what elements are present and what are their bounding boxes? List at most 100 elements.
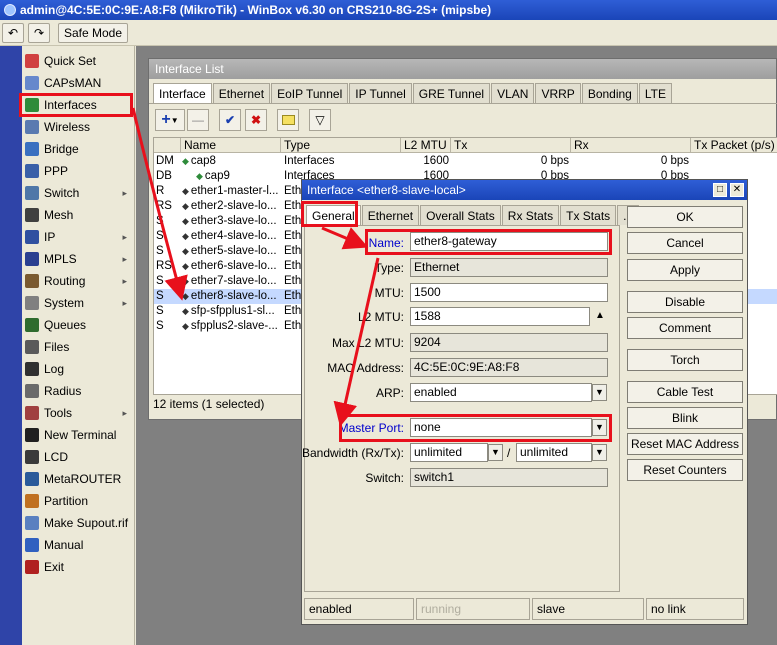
table-row[interactable]: DM ◆ cap8 Interfaces 1600 0 bps 0 bps: [154, 154, 777, 169]
column-header-rx[interactable]: Rx: [571, 138, 691, 153]
column-header-tx-packet[interactable]: Tx Packet (p/s): [691, 138, 777, 153]
reset-mac-address-button[interactable]: Reset MAC Address: [627, 433, 743, 455]
torch-button[interactable]: Torch: [627, 349, 743, 371]
ok-button[interactable]: OK: [627, 206, 743, 228]
column-header-tx[interactable]: Tx: [451, 138, 571, 153]
arp-label: ARP:: [375, 386, 404, 400]
sidebar-item-new-terminal[interactable]: New Terminal: [22, 424, 135, 446]
ethernet-interface-icon: ◆: [182, 276, 189, 286]
list-tab-gre-tunnel[interactable]: GRE Tunnel: [412, 83, 491, 103]
disable-button[interactable]: ✖: [245, 109, 267, 131]
redo-button[interactable]: ↷: [28, 23, 50, 43]
submenu-arrow-icon: ▸: [122, 253, 127, 264]
collapse-arrow-icon[interactable]: ▲: [595, 310, 605, 321]
sidebar-item-label: Routing: [44, 274, 86, 288]
arp-dropdown-icon[interactable]: ▼: [592, 384, 607, 401]
sidebar-item-make-supout-rif[interactable]: Make Supout.rif: [22, 512, 135, 534]
reset-counters-button[interactable]: Reset Counters: [627, 459, 743, 481]
bandwidth-tx-dropdown-icon[interactable]: ▼: [592, 444, 607, 461]
list-tab-lte[interactable]: LTE: [638, 83, 672, 103]
sidebar-item-wireless[interactable]: Wireless: [22, 116, 135, 138]
cell-tx: 0 bps: [540, 155, 569, 167]
comment-button[interactable]: Comment: [627, 317, 743, 339]
sidebar-item-quick-set[interactable]: Quick Set: [22, 50, 135, 72]
sidebar-item-mesh[interactable]: Mesh: [22, 204, 135, 226]
sidebar-item-queues[interactable]: Queues: [22, 314, 135, 336]
add-button[interactable]: + ▼: [155, 109, 185, 131]
column-header-type[interactable]: Type: [281, 138, 401, 153]
sidebar-item-lcd[interactable]: LCD: [22, 446, 135, 468]
sidebar-item-bridge[interactable]: Bridge: [22, 138, 135, 160]
column-header-name[interactable]: Name: [181, 138, 281, 153]
dialog-tab-general[interactable]: General: [306, 205, 361, 225]
blink-button[interactable]: Blink: [627, 407, 743, 429]
dialog-tab-overall-stats[interactable]: Overall Stats: [420, 205, 501, 225]
sidebar-item-ip[interactable]: IP ▸: [22, 226, 135, 248]
sidebar-item-metarouter[interactable]: MetaROUTER: [22, 468, 135, 490]
sidebar-item-manual[interactable]: Manual: [22, 534, 135, 556]
status-slave: slave: [532, 598, 644, 620]
l2mtu-field[interactable]: 1588: [410, 307, 590, 326]
cell-name: ◆ ether5-slave-lo...: [182, 245, 277, 257]
sidebar-item-interfaces[interactable]: Interfaces: [22, 94, 135, 116]
sidebar-item-routing[interactable]: Routing ▸: [22, 270, 135, 292]
mpls-icon: [25, 252, 39, 266]
sidebar-item-switch[interactable]: Switch ▸: [22, 182, 135, 204]
bandwidth-rx-dropdown-icon[interactable]: ▼: [488, 444, 503, 461]
list-tab-eoip-tunnel[interactable]: EoIP Tunnel: [271, 83, 349, 103]
sidebar-item-capsman[interactable]: CAPsMAN: [22, 72, 135, 94]
sidebar-item-exit[interactable]: Exit: [22, 556, 135, 578]
list-tab-ip-tunnel[interactable]: IP Tunnel: [349, 83, 412, 103]
list-tab-interface[interactable]: Interface: [153, 83, 212, 103]
list-tab-vrrp[interactable]: VRRP: [535, 83, 581, 103]
dialog-tab-tx-stats[interactable]: Tx Stats: [560, 205, 617, 225]
sidebar-item-radius[interactable]: Radius: [22, 380, 135, 402]
cell-name: ◆ cap9: [196, 170, 230, 182]
comment-button[interactable]: [277, 109, 299, 131]
cable-test-button[interactable]: Cable Test: [627, 381, 743, 403]
sidebar-item-label: Radius: [44, 384, 82, 398]
sidebar-item-log[interactable]: Log: [22, 358, 135, 380]
name-field[interactable]: ether8-gateway: [410, 232, 608, 251]
interface-dialog: Interface <ether8-slave-local> □ ✕ Gener…: [301, 179, 748, 625]
sidebar-item-ppp[interactable]: PPP: [22, 160, 135, 182]
column-header-l2mtu[interactable]: L2 MTU: [401, 138, 451, 153]
mtu-label: MTU:: [374, 286, 404, 300]
safe-mode-button[interactable]: Safe Mode: [58, 23, 128, 43]
enable-button[interactable]: ✔: [219, 109, 241, 131]
undo-button[interactable]: ↶: [2, 23, 24, 43]
cell-flag: RS: [156, 200, 172, 212]
list-tab-vlan[interactable]: VLAN: [491, 83, 535, 103]
bandwidth-tx-select[interactable]: unlimited: [516, 443, 592, 462]
arp-select[interactable]: enabled: [410, 383, 592, 402]
list-tab-ethernet[interactable]: Ethernet: [212, 83, 271, 103]
disable-button[interactable]: Disable: [627, 291, 743, 313]
general-tab-panel: [304, 225, 620, 592]
remove-button[interactable]: —: [187, 109, 209, 131]
close-button[interactable]: ✕: [730, 183, 744, 197]
redo-icon: ↷: [33, 26, 45, 40]
dialog-tab-ethernet[interactable]: Ethernet: [361, 205, 420, 225]
bandwidth-rx-select[interactable]: unlimited: [410, 443, 488, 462]
sidebar-item-system[interactable]: System ▸: [22, 292, 135, 314]
sidebar-item-files[interactable]: Files: [22, 336, 135, 358]
sidebar-item-mpls[interactable]: MPLS ▸: [22, 248, 135, 270]
column-header-flag[interactable]: [154, 138, 181, 153]
sidebar-item-label: PPP: [44, 164, 69, 178]
master-port-dropdown-icon[interactable]: ▼: [592, 419, 607, 436]
list-tab-bonding[interactable]: Bonding: [581, 83, 638, 103]
dialog-tab-rx-stats[interactable]: Rx Stats: [501, 205, 560, 225]
minus-icon: —: [192, 113, 204, 127]
apply-button[interactable]: Apply: [627, 259, 743, 281]
quick-set-icon: [25, 54, 39, 68]
cancel-button[interactable]: Cancel: [627, 232, 743, 254]
maximize-button[interactable]: □: [713, 183, 727, 197]
ethernet-interface-icon: ◆: [182, 321, 189, 331]
ethernet-interface-icon: ◆: [182, 186, 189, 196]
cell-flag: DM: [156, 155, 174, 167]
mtu-field[interactable]: 1500: [410, 283, 608, 302]
master-port-select[interactable]: none: [410, 418, 592, 437]
sidebar-item-partition[interactable]: Partition: [22, 490, 135, 512]
sidebar-item-tools[interactable]: Tools ▸: [22, 402, 135, 424]
filter-button[interactable]: ▽: [309, 109, 331, 131]
